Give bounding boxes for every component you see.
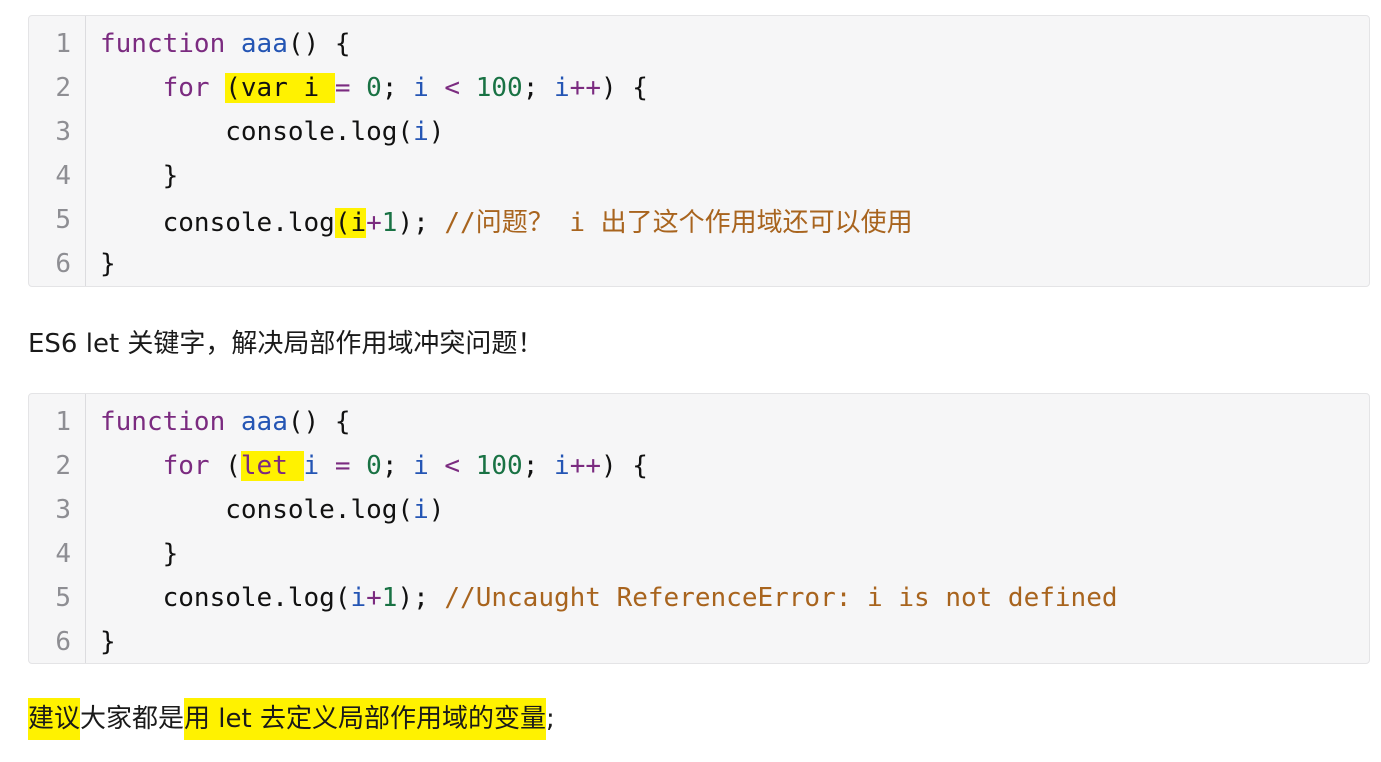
keyword: for (162, 451, 210, 481)
variable: i (413, 451, 429, 481)
number: 0 (366, 73, 382, 103)
number: 1 (381, 207, 398, 238)
code-line: 3 console.log(i) (29, 110, 1369, 154)
line-number: 1 (55, 407, 71, 437)
code-text: ); (397, 583, 429, 613)
keyword: function (100, 407, 226, 437)
code-block-let-example: 1 function aaa() { 2 for (let i = 0; i <… (28, 393, 1370, 664)
code-text: () { (287, 407, 351, 437)
variable: i (350, 583, 367, 613)
operator: ++ (569, 73, 601, 103)
line-number: 5 (55, 205, 71, 235)
code-text: console.log( (162, 583, 351, 613)
code-line: 2 for (let i = 0; i < 100; i++) { (29, 444, 1369, 488)
variable: i (554, 451, 570, 481)
gutter-divider (85, 394, 86, 663)
code-text: ; (522, 73, 555, 103)
line-number: 2 (55, 73, 71, 103)
line-number: 5 (55, 583, 71, 613)
operator: = (334, 73, 367, 103)
line-number: 1 (55, 29, 71, 59)
line-number: 6 (55, 249, 71, 279)
code-text: console.log( (225, 495, 414, 525)
code-line: 4 } (29, 154, 1369, 198)
paragraph-text: 大家都是 (80, 704, 185, 734)
line-number: 4 (55, 161, 71, 191)
code-text: ) { (601, 451, 648, 481)
operator: = (319, 451, 367, 481)
code-line: 3 console.log(i) (29, 488, 1369, 532)
number: 1 (381, 583, 398, 613)
highlighted-var-declaration: (var i (225, 73, 335, 103)
code-line: 1 function aaa() { (29, 400, 1369, 444)
operator: < (428, 73, 476, 103)
operator: < (428, 451, 476, 481)
highlighted-text: 用 let 去定义局部作用域的变量 (184, 698, 546, 740)
code-text: console.log (162, 207, 335, 238)
code-text: console.log( (225, 117, 414, 147)
code-comment: //问题？ i 出了这个作用域还可以使用 (444, 207, 913, 238)
code-line: 4 } (29, 532, 1369, 576)
line-number: 4 (55, 539, 71, 569)
number: 0 (366, 451, 382, 481)
variable: i (303, 451, 320, 481)
variable: i (554, 73, 570, 103)
highlighted-let-keyword: let (240, 451, 304, 481)
code-text: } (100, 627, 116, 657)
highlighted-text: 建议 (28, 698, 81, 740)
code-text: } (162, 161, 179, 191)
paragraph-recommendation: 建议大家都是用 let 去定义局部作用域的变量; (28, 698, 555, 740)
line-number: 3 (55, 117, 71, 147)
keyword: function (100, 29, 226, 59)
gutter-divider (85, 16, 86, 286)
number: 100 (475, 451, 523, 481)
variable: i (413, 73, 429, 103)
line-number: 2 (55, 451, 71, 481)
paragraph-let-intro: ES6 let 关键字，解决局部作用域冲突问题！ (28, 329, 544, 359)
code-text: ) (428, 495, 445, 525)
line-number: 3 (55, 495, 71, 525)
code-text: ) (428, 117, 445, 147)
highlighted-paren-i: (i (334, 207, 367, 238)
paragraph-text: ; (545, 704, 555, 734)
variable: i (413, 495, 429, 525)
keyword: for (162, 73, 210, 103)
operator: + (366, 583, 382, 613)
code-text: () { (287, 29, 351, 59)
line-number: 6 (55, 627, 71, 657)
number: 100 (475, 73, 523, 103)
operator: ++ (569, 451, 601, 481)
code-line: 2 for (var i = 0; i < 100; i++) { (29, 66, 1369, 110)
code-text: ; (381, 73, 414, 103)
code-block-var-example: 1 function aaa() { 2 for (var i = 0; i <… (28, 15, 1370, 287)
code-line: 5 console.log(i+1); //问题？ i 出了这个作用域还可以使用 (29, 198, 1369, 242)
code-line: 5 console.log(i+1); //Uncaught Reference… (29, 576, 1369, 620)
code-text: ) { (600, 73, 648, 103)
code-text: } (100, 249, 116, 279)
code-line: 6 } (29, 620, 1369, 664)
function-name: aaa (240, 29, 288, 59)
function-name: aaa (240, 407, 288, 437)
variable: i (413, 117, 429, 147)
code-text: ); (397, 207, 429, 238)
code-text: ; (381, 451, 414, 481)
code-line: 1 function aaa() { (29, 22, 1369, 66)
code-line: 6 } (29, 242, 1369, 286)
operator: + (366, 207, 382, 238)
code-text: ( (209, 451, 241, 481)
code-text: } (162, 539, 179, 569)
code-comment: //Uncaught ReferenceError: i is not defi… (444, 583, 1118, 613)
code-text: ; (522, 451, 555, 481)
